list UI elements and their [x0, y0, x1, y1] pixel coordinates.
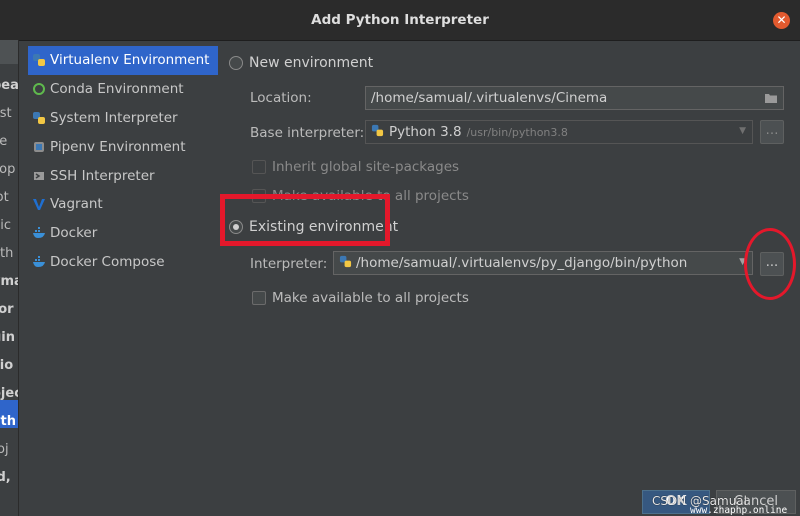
- background-text-fragment: yma: [0, 274, 18, 289]
- base-interpreter-browse-button[interactable]: …: [760, 120, 784, 144]
- background-text-fragment: cop: [0, 162, 16, 177]
- vagrant-icon: [32, 197, 46, 211]
- python-icon: [32, 53, 46, 67]
- sidebar-item-virtualenv[interactable]: Virtualenv Environment: [28, 46, 218, 75]
- sidebar-item-label: Conda Environment: [50, 81, 184, 98]
- sidebar-item-label: Pipenv Environment: [50, 138, 186, 155]
- background-window-strip: pea yst ile cop lot uic ath yma tor gin sio ojec yth…: [0, 40, 19, 516]
- sidebar-item-system[interactable]: System Interpreter: [28, 104, 218, 133]
- background-text-fragment: yst: [0, 106, 12, 121]
- checkbox[interactable]: [252, 160, 266, 174]
- background-text-fragment: ojec: [0, 386, 18, 401]
- new-environment-label: New environment: [249, 55, 374, 71]
- radio-button[interactable]: [229, 56, 243, 70]
- ellipsis-icon: …: [765, 123, 779, 138]
- sidebar-item-label: Virtualenv Environment: [50, 52, 210, 69]
- sidebar-item-ssh[interactable]: SSH Interpreter: [28, 161, 218, 190]
- background-text-fragment: ld,: [0, 470, 11, 485]
- sidebar-item-pipenv[interactable]: Pipenv Environment: [28, 132, 218, 161]
- sidebar-item-docker-compose[interactable]: Docker Compose: [28, 248, 218, 277]
- location-value: /home/samual/.virtualenvs/Cinema: [371, 90, 608, 106]
- base-interpreter-value: Python 3.8: [389, 124, 462, 140]
- interpreter-value: /home/samual/.virtualenvs/py_django/bin/…: [356, 255, 688, 271]
- folder-icon[interactable]: [764, 92, 778, 108]
- pipenv-icon: [32, 140, 46, 154]
- background-text-fragment: ile: [0, 134, 8, 149]
- make-available-existing-checkbox[interactable]: Make available to all projects: [252, 290, 469, 306]
- annotation-rectangle: [220, 194, 390, 246]
- sidebar-item-conda[interactable]: Conda Environment: [28, 75, 218, 104]
- sidebar-item-docker[interactable]: Docker: [28, 219, 218, 248]
- background-text-fragment: yth: [0, 414, 16, 429]
- inherit-site-packages-checkbox[interactable]: Inherit global site-packages: [252, 159, 459, 175]
- sidebar-item-label: Docker: [50, 225, 98, 242]
- background-text-fragment: sio: [0, 358, 14, 373]
- base-interpreter-select[interactable]: Python 3.8 /usr/bin/python3.8 ▼: [365, 120, 753, 144]
- base-interpreter-path: /usr/bin/python3.8: [466, 125, 568, 139]
- sidebar-item-label: SSH Interpreter: [50, 167, 155, 184]
- background-text-fragment: pea: [0, 78, 19, 93]
- python-icon: [371, 124, 384, 141]
- sidebar-item-vagrant[interactable]: Vagrant: [28, 190, 218, 219]
- interpreter-type-list: Virtualenv Environment Conda Environment…: [28, 46, 218, 276]
- background-text-fragment: roj: [0, 442, 9, 457]
- sidebar-item-label: Docker Compose: [50, 253, 165, 270]
- terminal-icon: [32, 169, 46, 183]
- sidebar-item-label: Vagrant: [50, 196, 103, 213]
- interpreter-label: Interpreter:: [250, 256, 328, 272]
- annotation-ellipse: [744, 228, 796, 300]
- background-text-fragment: gin: [0, 330, 16, 345]
- chevron-down-icon: ▼: [739, 126, 746, 136]
- checkbox[interactable]: [252, 291, 266, 305]
- background-text-fragment: lot: [0, 190, 9, 205]
- close-button[interactable]: ✕: [773, 12, 790, 29]
- location-label: Location:: [250, 90, 312, 106]
- base-interpreter-label: Base interpreter:: [250, 125, 365, 141]
- python-icon: [339, 255, 352, 272]
- inherit-site-packages-label: Inherit global site-packages: [272, 159, 460, 175]
- background-toolbar: [0, 40, 18, 64]
- location-input[interactable]: /home/samual/.virtualenvs/Cinema: [365, 86, 784, 110]
- background-text-fragment: tor: [0, 302, 14, 317]
- python-icon: [32, 111, 46, 125]
- close-icon: ✕: [776, 13, 787, 27]
- interpreter-settings-panel: New environment Location: /home/samual/.…: [220, 40, 800, 516]
- docker-icon: [32, 255, 46, 269]
- dialog-title: Add Python Interpreter: [311, 12, 489, 28]
- dialog-titlebar: Add Python Interpreter ✕: [0, 0, 800, 41]
- conda-icon: [32, 82, 46, 96]
- background-text-fragment: ath: [0, 246, 14, 261]
- background-text-fragment: uic: [0, 218, 11, 233]
- sidebar-item-label: System Interpreter: [50, 109, 178, 126]
- docker-icon: [32, 226, 46, 240]
- interpreter-select[interactable]: /home/samual/.virtualenvs/py_django/bin/…: [333, 251, 753, 275]
- make-available-existing-label: Make available to all projects: [272, 290, 469, 306]
- watermark-url: www.zhaphp.online: [690, 505, 788, 516]
- new-environment-radio[interactable]: New environment: [229, 55, 373, 71]
